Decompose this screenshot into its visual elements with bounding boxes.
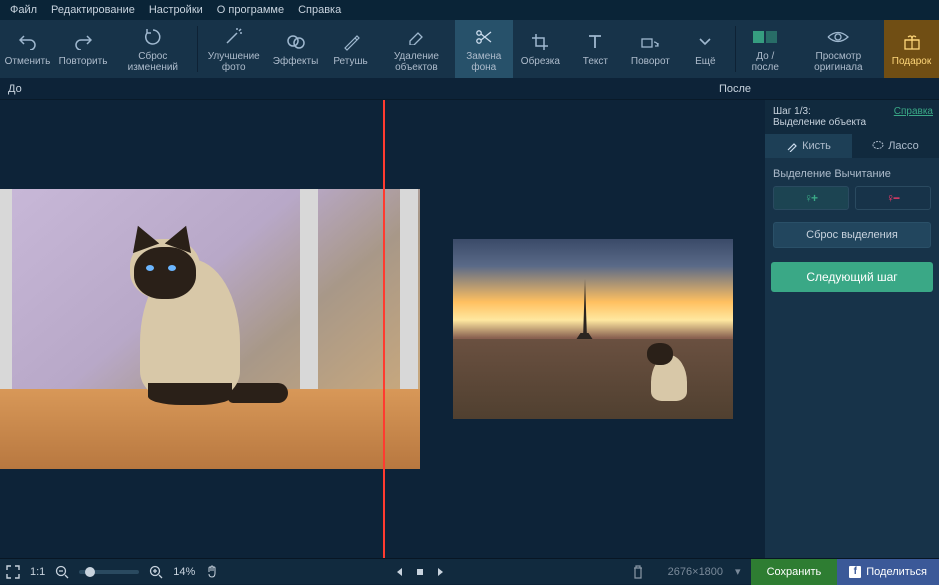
redo-button[interactable]: Повторить: [55, 20, 111, 78]
brush-icon: [786, 140, 798, 152]
retouch-button[interactable]: Ретушь: [323, 20, 378, 78]
rotate-button[interactable]: Поворот: [623, 20, 678, 78]
replace-bg-button[interactable]: Замена фона: [455, 20, 513, 78]
sidebar: Шаг 1/3: Выделение объекта Справка Кисть…: [765, 100, 939, 558]
share-button[interactable]: f Поделиться: [837, 559, 939, 585]
retouch-label: Ретушь: [333, 56, 367, 67]
before-image[interactable]: [0, 189, 420, 469]
crop-label: Обрезка: [521, 56, 560, 67]
sidebar-help-link[interactable]: Справка: [894, 106, 933, 117]
before-after-button[interactable]: До / после: [738, 20, 793, 78]
before-after-label: До / после: [746, 51, 785, 73]
text-icon: [587, 31, 603, 53]
gift-label: Подарок: [892, 56, 931, 67]
play-icon[interactable]: [415, 567, 425, 577]
replace-bg-label: Замена фона: [463, 51, 505, 73]
effects-icon: [286, 31, 306, 53]
reset-button[interactable]: Сброс изменений: [111, 20, 195, 78]
share-label: Поделиться: [866, 566, 927, 578]
before-label: До: [8, 83, 22, 95]
next-image-icon[interactable]: [435, 567, 445, 577]
gift-icon: [903, 31, 921, 53]
reset-label: Сброс изменений: [119, 51, 187, 73]
canvas-area[interactable]: [0, 100, 765, 558]
magic-wand-icon: [224, 26, 244, 48]
save-button[interactable]: Сохранить: [751, 559, 838, 585]
fit-label[interactable]: 1:1: [30, 566, 45, 578]
lasso-icon: [872, 140, 884, 152]
tab-brush-label: Кисть: [802, 140, 831, 152]
workspace: Шаг 1/3: Выделение объекта Справка Кисть…: [0, 100, 939, 558]
selection-subtract-button[interactable]: ♀−: [855, 186, 931, 210]
tab-lasso[interactable]: Лассо: [852, 134, 939, 158]
image-dimensions: 2676×1800: [656, 559, 735, 585]
step-line-2: Выделение объекта: [773, 117, 931, 128]
redo-label: Повторить: [59, 56, 108, 67]
facebook-icon: f: [849, 566, 861, 578]
menu-edit[interactable]: Редактирование: [51, 4, 135, 16]
view-original-button[interactable]: Просмотр оригинала: [793, 20, 884, 78]
more-button[interactable]: Ещё: [678, 20, 733, 78]
undo-button[interactable]: Отменить: [0, 20, 55, 78]
zoom-out-icon[interactable]: [55, 565, 69, 579]
eye-icon: [827, 26, 849, 48]
text-button[interactable]: Текст: [568, 20, 623, 78]
undo-icon: [19, 31, 37, 53]
zoom-in-icon[interactable]: [149, 565, 163, 579]
more-label: Ещё: [695, 56, 715, 67]
selection-add-button[interactable]: ♀+: [773, 186, 849, 210]
zoom-value: 14%: [173, 566, 195, 578]
menu-help[interactable]: Справка: [298, 4, 341, 16]
tool-tabs: Кисть Лассо: [765, 134, 939, 158]
text-label: Текст: [583, 56, 608, 67]
eraser-icon: [406, 26, 426, 48]
step-header: Шаг 1/3: Выделение объекта Справка: [765, 100, 939, 134]
next-step-button[interactable]: Следующий шаг: [771, 262, 933, 292]
statusbar: 1:1 14% 2676×1800 ▾ Сохранить f Поделить…: [0, 558, 939, 584]
compare-bar: До После: [0, 78, 939, 100]
chevron-down-icon: [698, 31, 712, 53]
menu-file[interactable]: Файл: [10, 4, 37, 16]
menu-settings[interactable]: Настройки: [149, 4, 203, 16]
compare-icon: [752, 26, 778, 48]
crop-button[interactable]: Обрезка: [513, 20, 568, 78]
fullscreen-icon[interactable]: [6, 565, 20, 579]
undo-label: Отменить: [5, 56, 51, 67]
rotate-icon: [640, 31, 660, 53]
after-label: После: [719, 83, 751, 95]
rotate-label: Поворот: [631, 56, 670, 67]
enhance-button[interactable]: Улучшение фото: [199, 20, 268, 78]
before-pane: [0, 100, 420, 558]
after-pane: [420, 100, 765, 558]
crop-icon: [531, 31, 549, 53]
tab-brush[interactable]: Кисть: [765, 134, 852, 158]
menubar: Файл Редактирование Настройки О программ…: [0, 0, 939, 20]
split-divider[interactable]: [383, 100, 385, 558]
remove-label: Удаление объектов: [386, 51, 447, 73]
dimensions-dropdown-icon[interactable]: ▾: [735, 559, 751, 585]
effects-button[interactable]: Эффекты: [268, 20, 323, 78]
gift-button[interactable]: Подарок: [884, 20, 939, 78]
view-original-label: Просмотр оригинала: [801, 51, 876, 73]
reset-icon: [144, 26, 162, 48]
hand-tool-icon[interactable]: [205, 565, 219, 579]
redo-icon: [74, 31, 92, 53]
delete-icon[interactable]: [620, 559, 656, 585]
reset-selection-button[interactable]: Сброс выделения: [773, 222, 931, 248]
separator: [735, 26, 736, 72]
mode-label: Выделение Вычитание: [765, 158, 939, 186]
enhance-label: Улучшение фото: [207, 51, 260, 73]
tab-lasso-label: Лассо: [888, 140, 919, 152]
after-image[interactable]: [453, 239, 733, 419]
separator: [197, 26, 198, 72]
prev-image-icon[interactable]: [395, 567, 405, 577]
zoom-slider[interactable]: [79, 570, 139, 574]
effects-label: Эффекты: [273, 56, 318, 67]
scissors-icon: [475, 26, 493, 48]
retouch-icon: [342, 31, 360, 53]
toolbar: Отменить Повторить Сброс изменений Улучш…: [0, 20, 939, 78]
menu-about[interactable]: О программе: [217, 4, 284, 16]
remove-objects-button[interactable]: Удаление объектов: [378, 20, 455, 78]
